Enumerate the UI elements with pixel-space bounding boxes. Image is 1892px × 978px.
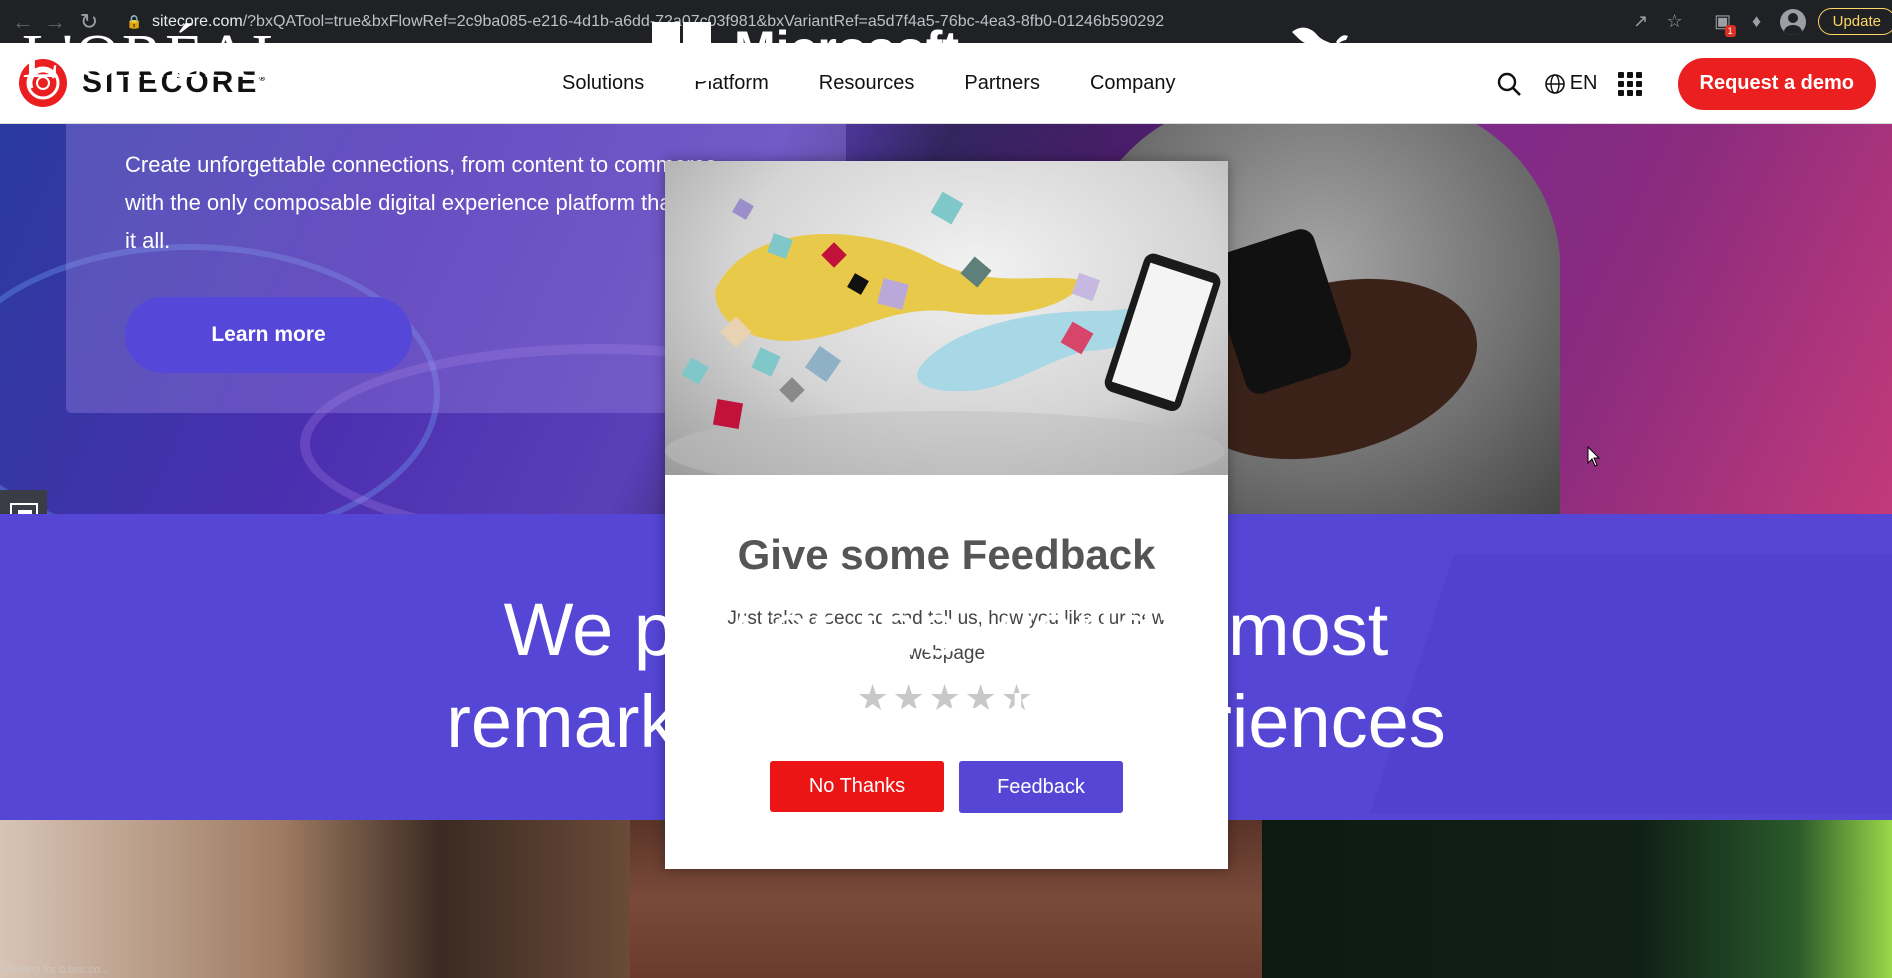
language-label: EN <box>1569 72 1598 94</box>
globe-icon <box>1544 73 1565 94</box>
brands-heading: We power the world's most remarkable bra… <box>0 584 1892 768</box>
bookmark-star-icon[interactable]: ☆ <box>1658 5 1692 39</box>
no-thanks-button[interactable]: No Thanks <box>770 761 944 812</box>
extension-badge: 1 <box>1724 24 1736 37</box>
search-icon[interactable] <box>1496 71 1522 97</box>
loreal-tile[interactable] <box>0 820 630 978</box>
request-demo-button[interactable]: Request a demo <box>1677 57 1876 110</box>
microsoft-logo-text: Microsoft <box>734 21 959 77</box>
puma-tile[interactable] <box>1262 820 1892 978</box>
brands-heading-line2: remarkable brand experiences <box>446 680 1446 763</box>
puzzle-icon[interactable]: ♦ <box>1740 5 1774 39</box>
learn-more-button[interactable]: Learn more <box>125 297 412 373</box>
profile-avatar[interactable] <box>1779 8 1806 35</box>
puma-logo-icon <box>1292 27 1348 66</box>
browser-status-text: Waiting for b.bsc.co... <box>4 964 110 976</box>
feedback-title: Give some Feedback <box>737 531 1156 578</box>
nav-partners[interactable]: Partners <box>964 72 1040 95</box>
nav-company[interactable]: Company <box>1090 72 1176 95</box>
mouse-cursor-icon <box>1587 446 1601 467</box>
loreal-logo: L'ORÉAL <box>22 23 292 91</box>
brands-heading-line1: We power the world's most <box>503 588 1389 671</box>
apps-grid-icon[interactable] <box>1617 71 1642 96</box>
feedback-button[interactable]: Feedback <box>959 761 1123 813</box>
microsoft-logo-icon <box>652 22 711 81</box>
nav-solutions[interactable]: Solutions <box>562 72 644 95</box>
share-icon[interactable]: ↗ <box>1624 5 1658 39</box>
extension-icon[interactable]: ▣ 1 <box>1706 5 1740 39</box>
language-selector[interactable]: EN <box>1544 72 1598 95</box>
update-button[interactable]: Update <box>1817 8 1892 35</box>
feedback-illustration <box>665 161 1228 475</box>
